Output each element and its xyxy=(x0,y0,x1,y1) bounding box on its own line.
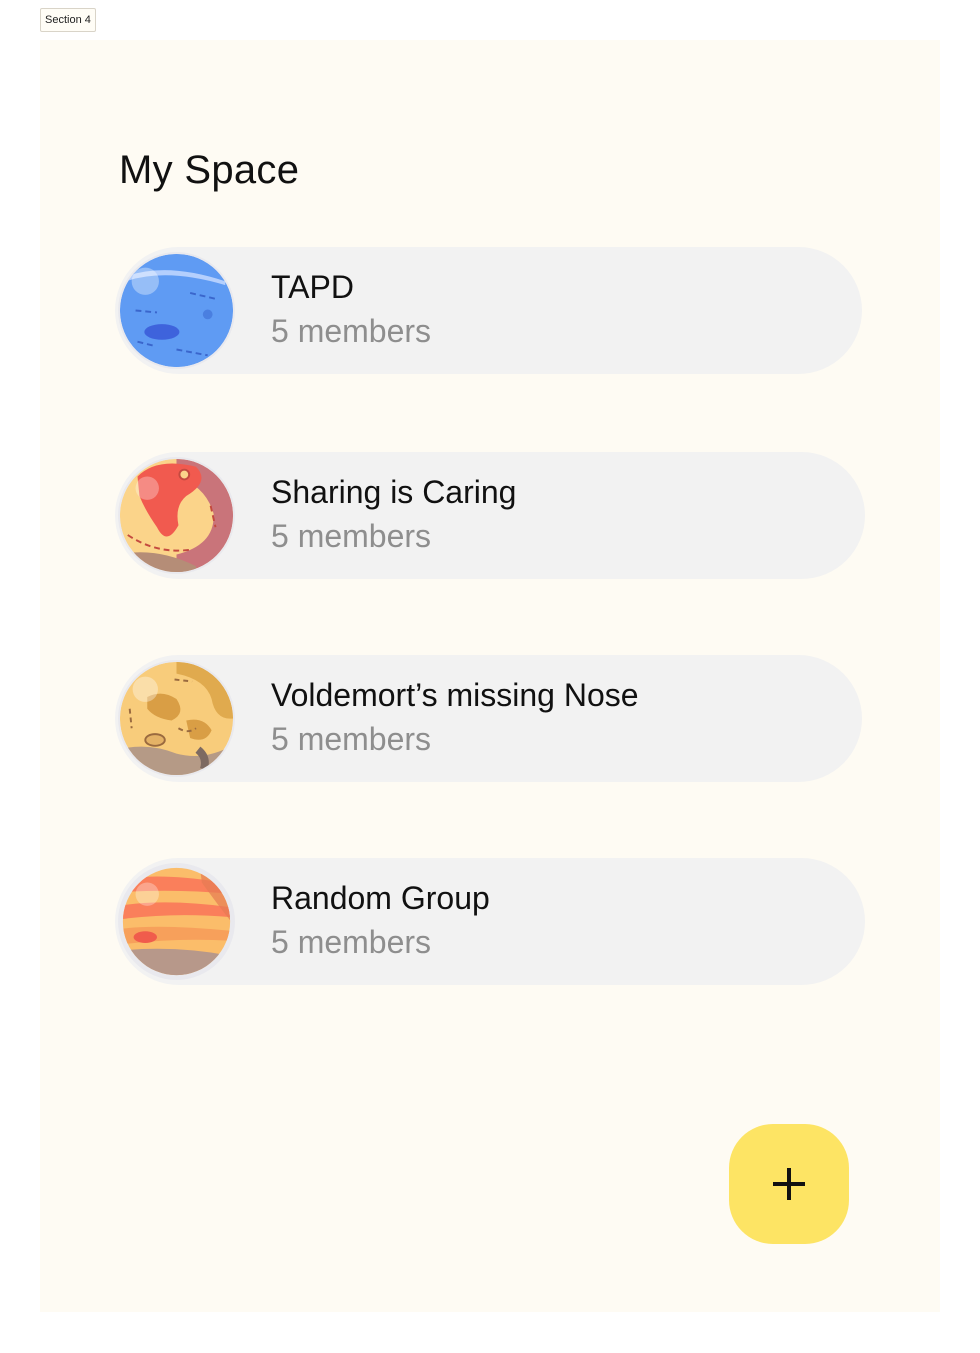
group-member-count: 5 members xyxy=(271,518,432,554)
plus-icon xyxy=(773,1168,805,1200)
red-planet-icon xyxy=(118,457,235,574)
my-space-screen: My Space TAPD 5 members Sharing is Carin… xyxy=(40,40,940,1312)
group-card-sharing-is-caring[interactable]: Sharing is Caring 5 members xyxy=(115,452,865,579)
section-label: Section 4 xyxy=(40,8,96,32)
group-card-tapd[interactable]: TAPD 5 members xyxy=(115,247,862,374)
group-name: Random Group xyxy=(271,880,490,916)
page-title: My Space xyxy=(119,148,300,192)
blue-planet-icon xyxy=(118,252,235,369)
group-name: Sharing is Caring xyxy=(271,474,517,510)
group-member-count: 5 members xyxy=(271,924,432,960)
group-name: Voldemort’s missing Nose xyxy=(271,677,639,713)
group-card-random-group[interactable]: Random Group 5 members xyxy=(115,858,865,985)
cratered-planet-icon xyxy=(118,660,235,777)
group-name: TAPD xyxy=(271,269,354,305)
group-card-voldemorts-missing-nose[interactable]: Voldemort’s missing Nose 5 members xyxy=(115,655,862,782)
group-member-count: 5 members xyxy=(271,313,432,349)
striped-planet-icon xyxy=(118,863,235,980)
group-member-count: 5 members xyxy=(271,721,432,757)
add-group-button[interactable] xyxy=(729,1124,849,1244)
